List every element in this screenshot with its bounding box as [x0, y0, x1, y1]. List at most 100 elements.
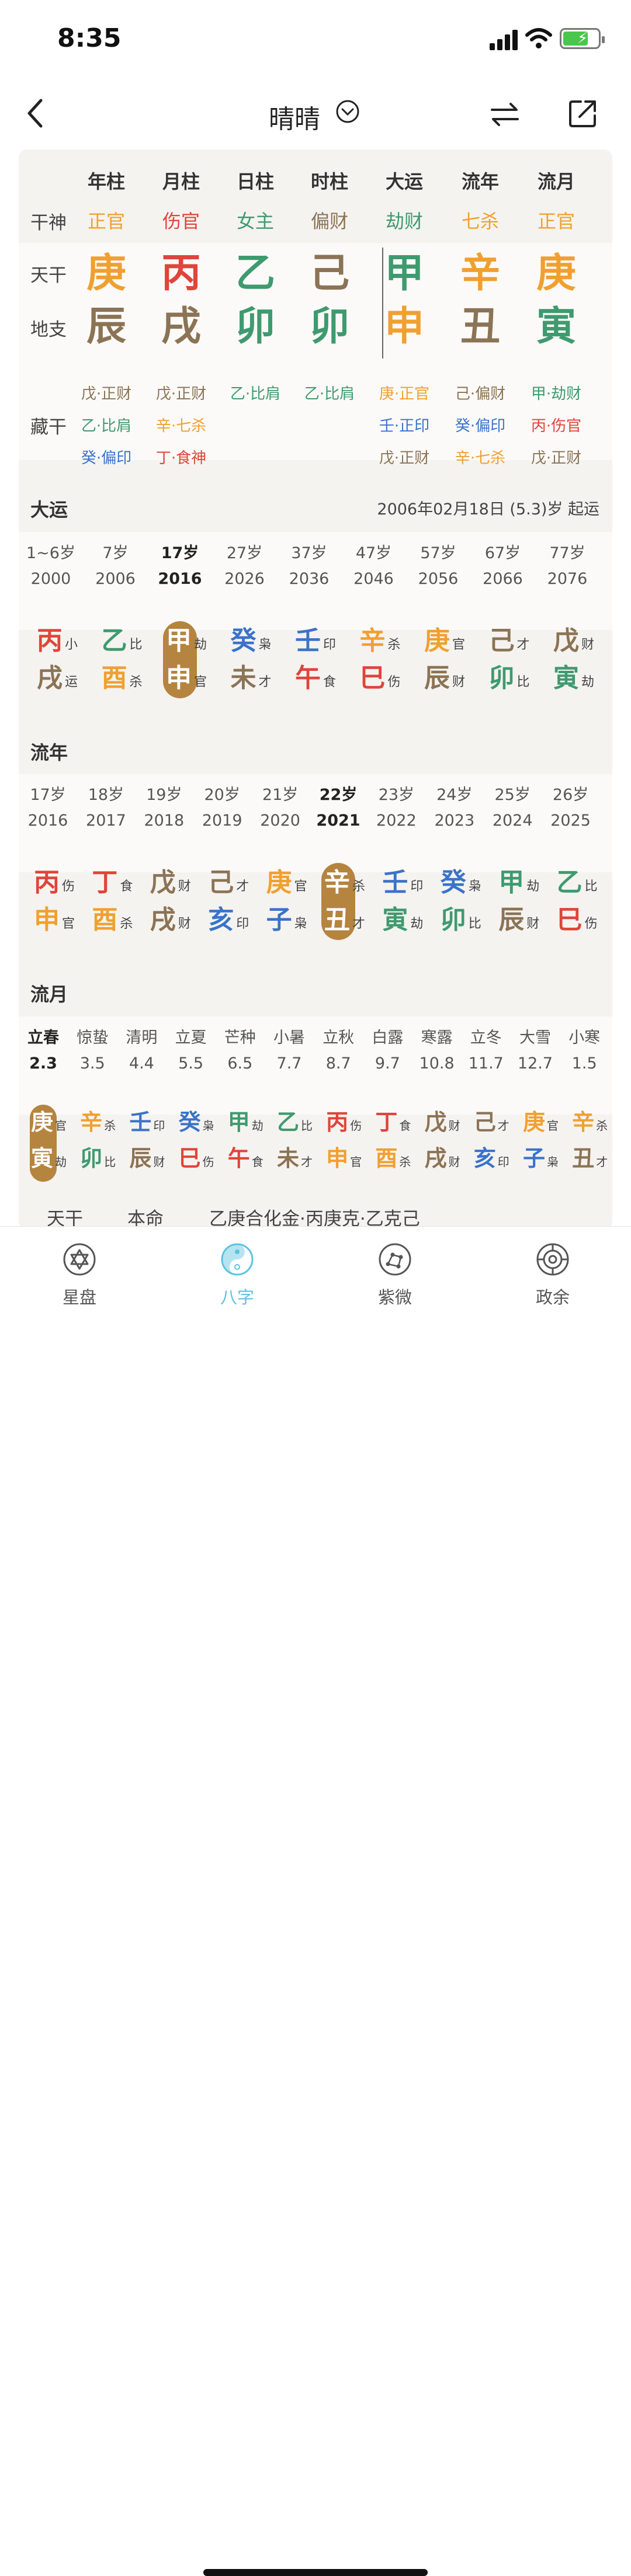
liuyue-age[interactable]: 立春: [19, 1025, 68, 1051]
liunian-year[interactable]: 2018: [132, 808, 196, 834]
liuyue-year[interactable]: 8.7: [314, 1051, 363, 1077]
dayun-year[interactable]: 2056: [406, 566, 470, 592]
tab-zhengyu[interactable]: 政余: [506, 1242, 599, 1312]
tab-ziwei[interactable]: 紫微: [348, 1242, 442, 1312]
dayun-age[interactable]: 17岁: [148, 541, 212, 566]
dayun-age[interactable]: 27岁: [213, 541, 277, 566]
liuyue-year[interactable]: 10.8: [412, 1051, 462, 1077]
liunian-age[interactable]: 18岁: [74, 782, 138, 808]
liunian-year[interactable]: 2017: [74, 808, 138, 834]
page-title[interactable]: 晴晴: [269, 98, 320, 135]
liunian-age[interactable]: 17岁: [19, 782, 80, 808]
liunian-pillar-item[interactable]: 乙比巳伤: [553, 865, 612, 947]
liuyue-age[interactable]: 立冬: [462, 1025, 511, 1051]
liunian-year[interactable]: 2020: [248, 808, 313, 834]
dayun-pillar-item[interactable]: 壬印午食: [292, 624, 350, 705]
liuyue-pillar-item[interactable]: 己才亥印: [472, 1107, 521, 1183]
liunian-age[interactable]: 24岁: [422, 782, 487, 808]
dayun-year[interactable]: 2036: [277, 566, 341, 592]
liuyue-year[interactable]: 9.7: [363, 1051, 412, 1077]
dayun-pillar-item[interactable]: 己才卯比: [486, 624, 544, 705]
liunian-age[interactable]: 19岁: [132, 782, 196, 808]
liuyue-age[interactable]: 小寒: [560, 1025, 609, 1051]
liuyue-pillar-item[interactable]: 癸枭巳伤: [177, 1107, 226, 1183]
chevron-down-circle-icon[interactable]: [335, 99, 360, 124]
liuyue-pillar-item[interactable]: 甲劫午食: [226, 1107, 275, 1183]
liuyue-age[interactable]: 白露: [363, 1025, 412, 1051]
dayun-age[interactable]: 47岁: [342, 541, 406, 566]
liunian-pillar-item[interactable]: 癸枭卯比: [437, 865, 495, 947]
liuyue-pillar-item[interactable]: 辛杀丑才: [570, 1107, 612, 1183]
dayun-age[interactable]: 67岁: [471, 541, 535, 566]
dayun-year[interactable]: 2066: [471, 566, 535, 592]
liunian-age[interactable]: 25岁: [480, 782, 545, 808]
liuyue-year[interactable]: 6.5: [216, 1051, 265, 1077]
liuyue-age[interactable]: 大雪: [511, 1025, 560, 1051]
liunian-pillar-item[interactable]: 辛杀丑才: [321, 865, 379, 947]
liunian-age[interactable]: 23岁: [364, 782, 428, 808]
liuyue-year[interactable]: 1.5: [560, 1051, 609, 1077]
liunian-year[interactable]: 2022: [364, 808, 428, 834]
liuyue-pillar-item[interactable]: 庚官寅劫: [29, 1107, 78, 1183]
dayun-year[interactable]: 2026: [213, 566, 277, 592]
dayun-year[interactable]: 2006: [84, 566, 148, 592]
dayun-age[interactable]: 77岁: [535, 541, 599, 566]
liuyue-year[interactable]: 11.7: [462, 1051, 511, 1077]
share-external-icon[interactable]: [567, 97, 599, 130]
liuyue-age[interactable]: 惊蛰: [68, 1025, 117, 1051]
liuyue-pillar-item[interactable]: 辛杀卯比: [78, 1107, 127, 1183]
liunian-pillar-item[interactable]: 丁食酉杀: [88, 865, 147, 947]
liunian-pillar-item[interactable]: 己才亥印: [204, 865, 263, 947]
dayun-age[interactable]: 37岁: [277, 541, 341, 566]
liunian-age[interactable]: 26岁: [539, 782, 603, 808]
dayun-year[interactable]: 2076: [535, 566, 599, 592]
dayun-age[interactable]: 1~6岁: [19, 541, 83, 566]
liuyue-year[interactable]: 5.5: [167, 1051, 216, 1077]
liunian-pillar-item[interactable]: 庚官子枭: [263, 865, 321, 947]
dayun-pillar-item[interactable]: 癸枭未才: [227, 624, 286, 705]
liunian-year[interactable]: 2016: [19, 808, 80, 834]
liunian-pillar-item[interactable]: 甲劫辰财: [495, 865, 553, 947]
liuyue-pillar-item[interactable]: 戊财戌财: [423, 1107, 472, 1183]
liuyue-pillar-item[interactable]: 壬印辰财: [127, 1107, 176, 1183]
liuyue-year[interactable]: 4.4: [117, 1051, 166, 1077]
dayun-pillar-item[interactable]: 辛杀巳伤: [356, 624, 415, 705]
dayun-age[interactable]: 57岁: [406, 541, 470, 566]
dayun-year[interactable]: 2046: [342, 566, 406, 592]
liuyue-age[interactable]: 芒种: [216, 1025, 265, 1051]
liuyue-pillar-item[interactable]: 丁食酉杀: [373, 1107, 422, 1183]
liuyue-age[interactable]: 立夏: [167, 1025, 216, 1051]
liuyue-year[interactable]: 2.3: [19, 1051, 68, 1077]
liuyue-year[interactable]: 3.5: [68, 1051, 117, 1077]
dayun-pillar-item[interactable]: 丙小戌运: [33, 624, 92, 705]
dayun-year[interactable]: 2000: [19, 566, 83, 592]
liuyue-pillar-item[interactable]: 庚官子枭: [521, 1107, 570, 1183]
liunian-year[interactable]: 2021: [306, 808, 370, 834]
dayun-age[interactable]: 7岁: [84, 541, 148, 566]
liuyue-pillar-item[interactable]: 丙伤申官: [324, 1107, 373, 1183]
liuyue-age[interactable]: 小暑: [265, 1025, 314, 1051]
dayun-pillar-item[interactable]: 甲劫申官: [162, 624, 221, 705]
back-chevron-icon[interactable]: [22, 96, 51, 131]
swap-arrows-icon[interactable]: [488, 98, 521, 131]
liuyue-age[interactable]: 立秋: [314, 1025, 363, 1051]
liunian-pillar-item[interactable]: 戊财戌财: [147, 865, 205, 947]
dayun-pillar-item[interactable]: 戊财寅劫: [550, 624, 608, 705]
liuyue-pillar-item[interactable]: 乙比未才: [275, 1107, 324, 1183]
liuyue-year[interactable]: 7.7: [265, 1051, 314, 1077]
dayun-year[interactable]: 2016: [148, 566, 212, 592]
liunian-age[interactable]: 20岁: [190, 782, 254, 808]
liuyue-age[interactable]: 清明: [117, 1025, 166, 1051]
liuyue-age[interactable]: 寒露: [412, 1025, 462, 1051]
liunian-year[interactable]: 2025: [539, 808, 603, 834]
liunian-year[interactable]: 2024: [480, 808, 545, 834]
dayun-pillar-item[interactable]: 庚官辰财: [421, 624, 479, 705]
liunian-year[interactable]: 2023: [422, 808, 487, 834]
tab-bazi[interactable]: 八字: [190, 1242, 284, 1312]
dayun-pillar-item[interactable]: 乙比酉杀: [98, 624, 157, 705]
liunian-pillar-item[interactable]: 丙伤申官: [30, 865, 89, 947]
liuyue-year[interactable]: 12.7: [511, 1051, 560, 1077]
tab-xingpan[interactable]: 星盘: [33, 1242, 126, 1312]
liunian-pillar-item[interactable]: 壬印寅劫: [379, 865, 437, 947]
liunian-age[interactable]: 22岁: [306, 782, 370, 808]
